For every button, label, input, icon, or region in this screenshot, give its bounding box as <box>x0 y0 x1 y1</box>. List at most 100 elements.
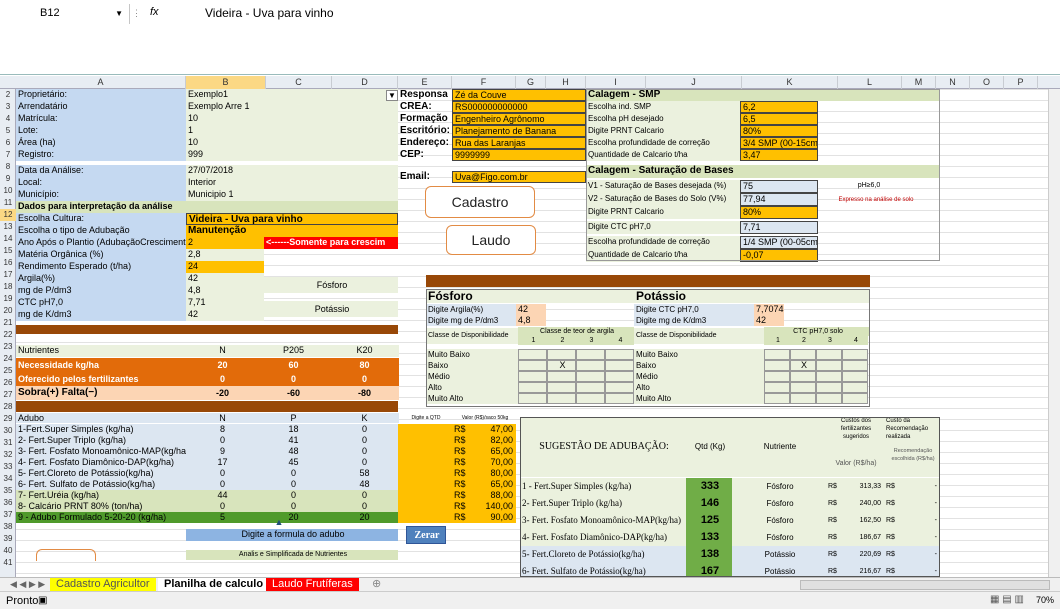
row-header-22[interactable]: 22 <box>0 329 16 341</box>
adubo-qtd-4[interactable] <box>398 468 452 479</box>
value-0[interactable]: Exemplo1 <box>186 89 398 101</box>
col-header-a[interactable]: A <box>16 76 186 89</box>
col-header-g[interactable]: G <box>516 76 546 89</box>
row-header-10[interactable]: 10 <box>0 185 16 197</box>
row-header-5[interactable]: 5 <box>0 125 16 137</box>
value-5[interactable]: 999 <box>186 149 398 161</box>
adubo-row-2[interactable]: 3- Fert. Fosfato Monoamônico-MAP(kg/ha) <box>16 446 186 457</box>
row-header-31[interactable]: 31 <box>0 437 16 449</box>
fx-icon[interactable]: fx <box>150 6 200 18</box>
resp-value-6[interactable]: Uva@Figo.com.br <box>452 171 586 183</box>
new-sheet-icon[interactable]: ⊕ <box>366 578 387 592</box>
materia-value[interactable]: 2,8 <box>186 249 264 261</box>
ano-value[interactable]: 2 <box>186 237 264 249</box>
col-header-j[interactable]: J <box>646 76 742 89</box>
row-header-26[interactable]: 26 <box>0 377 16 389</box>
value-7[interactable]: Interior <box>186 177 398 189</box>
adubo-row-0[interactable]: 1-Fert.Super Simples (kg/ha) <box>16 424 186 435</box>
row-header-11[interactable]: 11 <box>0 197 16 209</box>
digite-formula-box[interactable]: Digite a formula do adubo <box>186 529 398 541</box>
resp-value-5[interactable]: 9999999 <box>452 149 586 161</box>
tab-laudo-frutiferas[interactable]: Laudo Frutíferas <box>266 578 359 592</box>
zoom-level[interactable]: 70% <box>1036 595 1054 605</box>
col-header-h[interactable]: H <box>546 76 586 89</box>
chevron-down-icon[interactable]: ▼ <box>115 9 123 18</box>
row-header-36[interactable]: 36 <box>0 497 16 509</box>
resp-value-0[interactable]: Zé da Couve <box>452 89 586 101</box>
row-header-6[interactable]: 6 <box>0 137 16 149</box>
laudo-button[interactable]: Laudo <box>446 225 536 255</box>
adubo-qtd-7[interactable] <box>398 501 452 512</box>
row-header-25[interactable]: 25 <box>0 365 16 377</box>
adubo-row-4[interactable]: 5- Fert.Cloreto de Potássio(kg/ha) <box>16 468 186 479</box>
tab-planilha-calculo[interactable]: Planilha de calculo <box>158 578 270 592</box>
row-header-29[interactable]: 29 <box>0 413 16 425</box>
row-header-38[interactable]: 38 <box>0 521 16 533</box>
row-header-12[interactable]: 12 <box>0 209 16 221</box>
row-header-41[interactable]: 41 <box>0 557 16 569</box>
col-header-e[interactable]: E <box>398 76 452 89</box>
row-header-16[interactable]: 16 <box>0 257 16 269</box>
row-header-24[interactable]: 24 <box>0 353 16 365</box>
row-header-17[interactable]: 17 <box>0 269 16 281</box>
row-header-37[interactable]: 37 <box>0 509 16 521</box>
value-4[interactable]: 10 <box>186 137 398 149</box>
row-header-18[interactable]: 18 <box>0 281 16 293</box>
adubo-qtd-1[interactable] <box>398 435 452 446</box>
col-header-c[interactable]: C <box>266 76 332 89</box>
value-3[interactable]: 1 <box>186 125 398 137</box>
col-header-b[interactable]: B <box>186 76 266 89</box>
dropdown-icon[interactable]: ▼ <box>386 90 398 101</box>
row-header-8[interactable]: 8 <box>0 161 16 173</box>
col-header-k[interactable]: K <box>742 76 838 89</box>
adubo-qtd-3[interactable] <box>398 457 452 468</box>
row-header-39[interactable]: 39 <box>0 533 16 545</box>
row-header-27[interactable]: 27 <box>0 389 16 401</box>
adubo-row-6[interactable]: 7- Fert.Uréia (kg/ha) <box>16 490 186 501</box>
tab-nav-arrows[interactable]: ◀ ◀ ▶ ▶ <box>4 578 51 592</box>
cultura-value[interactable]: Videira - Uva para vinho <box>186 213 398 225</box>
col-header-i[interactable]: I <box>586 76 646 89</box>
adubo-row-1[interactable]: 2- Fert.Super Triplo (kg/ha) <box>16 435 186 446</box>
row-header-34[interactable]: 34 <box>0 473 16 485</box>
row-header-32[interactable]: 32 <box>0 449 16 461</box>
name-box[interactable]: B12 ▼ <box>0 4 130 24</box>
macro-icon[interactable]: ▣ <box>38 595 47 606</box>
resp-value-1[interactable]: RS000000000000 <box>452 101 586 113</box>
col-header-f[interactable]: F <box>452 76 516 89</box>
adubo-qtd-8[interactable] <box>398 512 452 523</box>
row-header-15[interactable]: 15 <box>0 245 16 257</box>
horizontal-scrollbar[interactable] <box>800 580 1050 590</box>
adub-value[interactable]: Manutenção <box>186 225 398 237</box>
adubo-qtd-5[interactable] <box>398 479 452 490</box>
adubo-row-3[interactable]: 4- Fert. Fosfato Diamônico-DAP(kg/ha) <box>16 457 186 468</box>
row-header-20[interactable]: 20 <box>0 305 16 317</box>
row-header-21[interactable]: 21 <box>0 317 16 329</box>
row-header-19[interactable]: 19 <box>0 293 16 305</box>
resp-value-2[interactable]: Engenheiro Agrônomo <box>452 113 586 125</box>
tab-cadastro-agricultor[interactable]: Cadastro Agricultor <box>50 578 156 592</box>
row-header-30[interactable]: 30 <box>0 425 16 437</box>
adubo-qtd-6[interactable] <box>398 490 452 501</box>
resp-value-4[interactable]: Rua das Laranjas <box>452 137 586 149</box>
row-header-3[interactable]: 3 <box>0 101 16 113</box>
value-8[interactable]: Municipio 1 <box>186 189 398 201</box>
rend-value[interactable]: 24 <box>186 261 264 273</box>
row-header-14[interactable]: 14 <box>0 233 16 245</box>
col-header-l[interactable]: L <box>838 76 902 89</box>
row-header-33[interactable]: 33 <box>0 461 16 473</box>
adubo-row-8[interactable]: 9 - Adubo Formulado 5-20-20 (kg/ha) <box>16 512 186 523</box>
vertical-scrollbar[interactable] <box>1048 89 1060 577</box>
row-header-4[interactable]: 4 <box>0 113 16 125</box>
col-header-o[interactable]: O <box>970 76 1004 89</box>
row-header-13[interactable]: 13 <box>0 221 16 233</box>
adubo-row-7[interactable]: 8- Calcário PRNT 80% (ton/ha) <box>16 501 186 512</box>
resp-value-3[interactable]: Planejamento de Banana <box>452 125 586 137</box>
cadastro-produtor-button[interactable]: Cadastro Produtor <box>425 186 535 240</box>
view-icons[interactable]: ▦ ▤ ▥ <box>990 594 1024 605</box>
value-1[interactable]: Exemplo Arre 1 <box>186 101 398 113</box>
value-6[interactable]: 27/07/2018 <box>186 165 398 177</box>
adubo-row-5[interactable]: 6- Fert. Sulfato de Potássio(kg/ha) <box>16 479 186 490</box>
value-2[interactable]: 10 <box>186 113 398 125</box>
zerar-button[interactable]: Zerar <box>406 526 446 544</box>
